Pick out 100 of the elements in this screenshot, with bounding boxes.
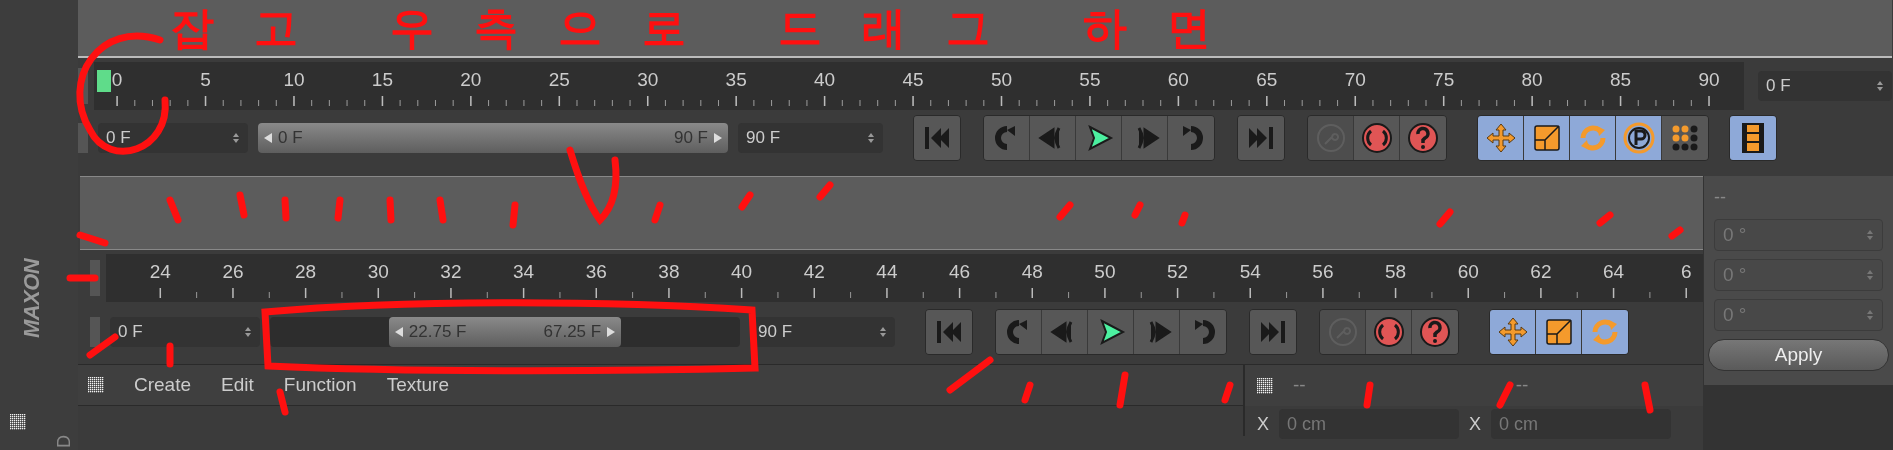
frame-field[interactable]: 0 F (110, 317, 260, 347)
previous-key-button[interactable] (996, 310, 1042, 354)
pen-stroke (166, 196, 182, 224)
timeline-ruler[interactable]: 0 5 10 15 20 25 30 35 40 45 50 55 60 65 70 75 80 85 90 (94, 62, 1744, 110)
ruler-label: 45 (902, 68, 924, 92)
ruler-label: 36 (585, 260, 607, 284)
pen-stroke (1641, 381, 1654, 414)
grid-icon[interactable] (1257, 377, 1273, 394)
move-button[interactable] (1478, 116, 1524, 160)
spinner-icon (879, 325, 887, 339)
help-button[interactable] (1400, 116, 1446, 160)
right-arrow-icon (712, 132, 724, 144)
pen-stroke (436, 196, 447, 224)
film-button[interactable] (1730, 116, 1776, 160)
play-button[interactable] (1088, 310, 1134, 354)
next-key-button[interactable] (1180, 310, 1226, 354)
move-button[interactable] (1490, 310, 1536, 354)
skip-forward-button[interactable] (1238, 116, 1284, 160)
panel-title: -- (1293, 373, 1306, 398)
menu-item[interactable]: Create (134, 370, 192, 400)
axis-label: X (1257, 412, 1269, 436)
pen-stroke (738, 191, 754, 211)
grip-handle[interactable] (90, 317, 100, 347)
ruler-label: 38 (658, 260, 680, 284)
range-end: 90 F (673, 127, 709, 150)
rotate-button[interactable] (1570, 116, 1616, 160)
ruler-label: 30 (637, 68, 659, 92)
ruler-label: 60 (1457, 260, 1479, 284)
apply-button[interactable]: Apply (1708, 339, 1889, 371)
ruler-label: 25 (548, 68, 570, 92)
ruler-label: 15 (371, 68, 393, 92)
ruler-label: 35 (725, 68, 747, 92)
pen-stroke (281, 196, 290, 222)
pen-stroke (1496, 381, 1514, 409)
ruler-label: 10 (283, 68, 305, 92)
logo: MAXON (18, 258, 46, 339)
pen-stroke (816, 181, 834, 201)
previous-key-button[interactable] (984, 116, 1030, 160)
ruler-label: 48 (1021, 260, 1043, 284)
range-start: 0 F (277, 127, 304, 150)
frame-field[interactable]: 90 F (738, 123, 883, 153)
pen-stroke (1363, 381, 1374, 409)
ruler-label: 44 (876, 260, 898, 284)
playhead[interactable] (97, 70, 112, 92)
ruler-label: 26 (222, 260, 244, 284)
menu-item[interactable]: Edit (221, 370, 254, 400)
panel-title: -- (1713, 186, 1727, 209)
parameter-button[interactable] (1616, 116, 1662, 160)
menu-item[interactable]: Texture (386, 370, 449, 400)
spinner-icon (1876, 79, 1884, 93)
grid-icon[interactable] (88, 377, 104, 393)
help-icon (1405, 120, 1441, 156)
left-arrow-icon (262, 132, 274, 144)
range-start: 22.75 F (407, 321, 468, 344)
pen-stroke (86, 333, 119, 359)
pen-stroke (1596, 211, 1614, 227)
pen-stroke (334, 196, 344, 222)
ruler-label: 32 (440, 260, 462, 284)
play-button[interactable] (1076, 116, 1122, 160)
pen-stroke (509, 201, 519, 229)
pen-stroke (166, 342, 174, 368)
ruler-label: 54 (1239, 260, 1261, 284)
scale-button[interactable] (1536, 310, 1582, 354)
next-key-button[interactable] (1168, 116, 1214, 160)
frame-field[interactable]: 0 F (1758, 71, 1892, 101)
ruler-label: 50 (990, 68, 1013, 92)
spinner-icon (1866, 308, 1874, 322)
skip-back-button[interactable] (926, 310, 972, 354)
ruler-label: 64 (1603, 260, 1625, 284)
help-icon (1417, 314, 1453, 350)
ruler-label: 55 (1079, 68, 1101, 92)
ruler-label: 60 (1167, 68, 1189, 92)
grip-handle[interactable] (78, 123, 88, 153)
record-button[interactable] (1354, 116, 1400, 160)
timeline-ruler[interactable]: 24 26 28 30 32 34 36 38 40 42 44 46 48 50 52 54 56 58 60 62 64 6 (106, 254, 1703, 302)
ruler-label: 75 (1433, 68, 1455, 92)
ruler-label: 90 (1698, 68, 1720, 92)
ruler-label: 50 (1094, 260, 1116, 284)
ruler-label: 5 (200, 68, 211, 92)
scale-button[interactable] (1524, 116, 1570, 160)
pen-stroke (651, 201, 664, 224)
grip-handle[interactable] (90, 260, 100, 296)
skip-back-button[interactable] (914, 116, 960, 160)
ruler-label: 62 (1530, 260, 1552, 284)
dots-button[interactable] (1662, 116, 1708, 160)
record-button[interactable] (1366, 310, 1412, 354)
ruler-label: 20 (460, 68, 482, 92)
grid-icon[interactable] (10, 414, 26, 430)
spinner-icon (232, 131, 240, 145)
ruler-label: 40 (731, 260, 753, 284)
help-button[interactable] (1412, 310, 1458, 354)
spinner-icon (1866, 228, 1874, 242)
pen-stroke (386, 196, 395, 224)
ruler-label: 30 (367, 260, 389, 284)
panel-title: -- (1515, 373, 1529, 398)
pen-stroke (1056, 201, 1074, 221)
skip-forward-button[interactable] (1250, 310, 1296, 354)
spinner-icon (244, 325, 252, 339)
menu-item[interactable]: Function (283, 370, 357, 400)
pen-stroke (236, 191, 248, 219)
